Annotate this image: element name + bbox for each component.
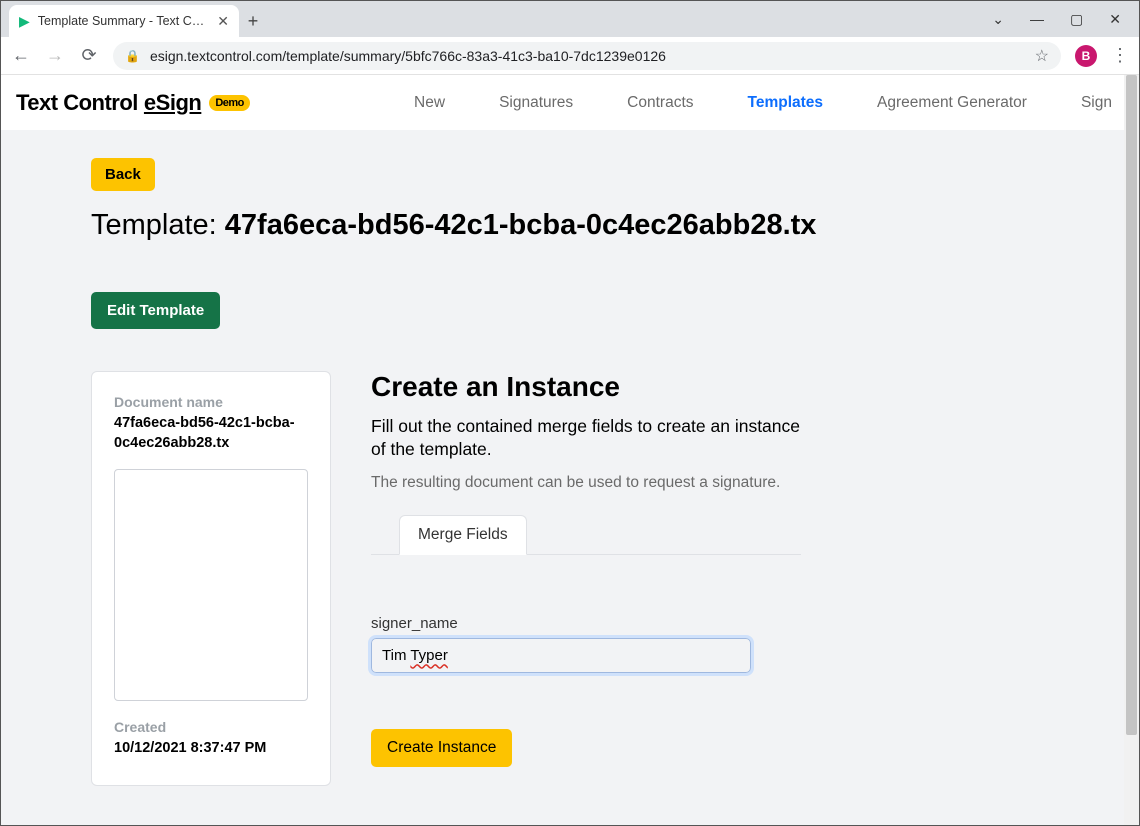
demo-badge: Demo: [209, 95, 250, 111]
back-icon[interactable]: ←: [11, 45, 31, 66]
instance-sub: The resulting document can be used to re…: [371, 473, 801, 494]
instance-tabs: Merge Fields: [371, 515, 801, 555]
instance-lead: Fill out the contained merge fields to c…: [371, 415, 801, 461]
forward-icon: →: [45, 45, 65, 66]
instance-heading: Create an Instance: [371, 371, 801, 403]
kebab-menu-icon[interactable]: ⋮: [1111, 45, 1129, 66]
nav-agreement-generator[interactable]: Agreement Generator: [877, 94, 1027, 112]
page-title-prefix: Template:: [91, 209, 225, 241]
address-bar: ← → ⟳ 🔒 esign.textcontrol.com/template/s…: [1, 37, 1139, 75]
site-header: Text Control eSign Demo New Signatures C…: [1, 75, 1124, 130]
page-title-value: 47fa6eca-bd56-42c1-bcba-0c4ec26abb28.tx: [225, 209, 817, 241]
new-tab-button[interactable]: +: [239, 5, 267, 37]
nav-contracts[interactable]: Contracts: [627, 94, 693, 112]
brand-logo[interactable]: Text Control eSign Demo: [16, 90, 250, 116]
page-title: Template: 47fa6eca-bd56-42c1-bcba-0c4ec2…: [91, 209, 1034, 242]
nav-templates[interactable]: Templates: [748, 94, 824, 112]
doc-name-label: Document name: [114, 394, 308, 410]
vertical-scrollbar[interactable]: [1124, 75, 1139, 825]
reload-icon[interactable]: ⟳: [79, 45, 99, 66]
doc-name-value: 47fa6eca-bd56-42c1-bcba-0c4ec26abb28.tx: [114, 414, 308, 453]
create-instance-button[interactable]: Create Instance: [371, 729, 512, 767]
browser-tab[interactable]: ▶ Template Summary - Text Contro ✕: [9, 5, 239, 37]
maximize-icon[interactable]: ▢: [1070, 11, 1083, 28]
scrollbar-thumb[interactable]: [1126, 75, 1137, 735]
doc-created-value: 10/12/2021 8:37:47 PM: [114, 739, 308, 759]
minimize-icon[interactable]: —: [1030, 11, 1044, 27]
document-card: Document name 47fa6eca-bd56-42c1-bcba-0c…: [91, 371, 331, 786]
nav-new[interactable]: New: [414, 94, 445, 112]
back-button[interactable]: Back: [91, 158, 155, 191]
tab-merge-fields[interactable]: Merge Fields: [399, 515, 527, 555]
lock-icon: 🔒: [125, 49, 140, 63]
nav-sign[interactable]: Sign: [1081, 94, 1112, 112]
input-value-second: Typer: [410, 647, 448, 664]
instance-panel: Create an Instance Fill out the containe…: [371, 371, 801, 767]
url-field[interactable]: 🔒 esign.textcontrol.com/template/summary…: [113, 42, 1061, 70]
page-content: Text Control eSign Demo New Signatures C…: [1, 75, 1124, 825]
doc-created-label: Created: [114, 719, 308, 735]
viewport: Text Control eSign Demo New Signatures C…: [1, 75, 1139, 825]
tab-strip: ▶ Template Summary - Text Contro ✕ + ⌄ —…: [1, 1, 1139, 37]
doc-preview: [114, 469, 308, 701]
two-column-layout: Document name 47fa6eca-bd56-42c1-bcba-0c…: [91, 371, 1034, 786]
close-icon[interactable]: ✕: [217, 13, 229, 30]
window-controls: ⌄ — ▢ ✕: [992, 1, 1139, 37]
merge-field-label: signer_name: [371, 615, 801, 632]
main-nav: New Signatures Contracts Templates Agree…: [414, 94, 1027, 112]
page-body: Back Template: 47fa6eca-bd56-42c1-bcba-0…: [1, 130, 1124, 816]
brand-suffix: eSign: [144, 90, 201, 116]
edit-template-button[interactable]: Edit Template: [91, 292, 220, 329]
star-icon[interactable]: ☆: [1035, 46, 1049, 66]
play-icon: ▶: [19, 13, 30, 30]
signer-name-input[interactable]: Tim Typer: [371, 638, 751, 673]
tab-title: Template Summary - Text Contro: [38, 14, 209, 28]
nav-signatures[interactable]: Signatures: [499, 94, 573, 112]
close-window-icon[interactable]: ✕: [1109, 11, 1121, 28]
chevron-down-icon[interactable]: ⌄: [992, 11, 1004, 28]
url-text: esign.textcontrol.com/template/summary/5…: [150, 48, 1025, 64]
browser-window: ▶ Template Summary - Text Contro ✕ + ⌄ —…: [0, 0, 1140, 826]
input-value-first: Tim: [382, 647, 410, 664]
brand-prefix: Text Control: [16, 90, 138, 116]
avatar[interactable]: B: [1075, 45, 1097, 67]
